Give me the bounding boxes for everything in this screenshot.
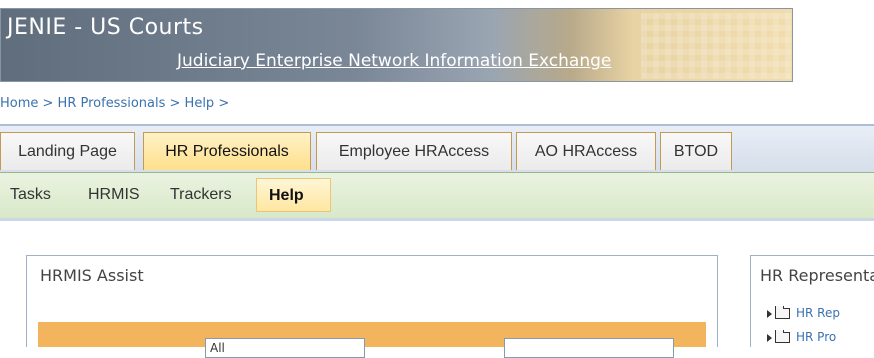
tree-item-hr-pro[interactable]: HR Pro	[767, 330, 874, 346]
hrmis-assist-title: HRMIS Assist	[40, 266, 144, 285]
breadcrumb[interactable]: Home > HR Professionals > Help >	[0, 96, 229, 111]
subnav-help[interactable]: Help	[256, 178, 331, 212]
tree-item-label[interactable]: HR Rep	[796, 306, 840, 320]
filter-input[interactable]	[504, 338, 674, 358]
banner-right-spacer	[794, 8, 874, 82]
site-title: JENIE - US Courts	[7, 15, 204, 40]
subnav-hrmis[interactable]: HRMIS	[88, 186, 140, 204]
tab-employee-hraccess[interactable]: Employee HRAccess	[316, 132, 512, 170]
folder-icon	[775, 306, 790, 319]
tree-item-hr-rep[interactable]: HR Rep	[767, 306, 874, 322]
expand-arrow-icon[interactable]	[767, 333, 772, 342]
site-subtitle-link[interactable]: Judiciary Enterprise Network Information…	[177, 51, 611, 71]
tab-ao-hraccess[interactable]: AO HRAccess	[516, 132, 656, 170]
site-banner: JENIE - US Courts Judiciary Enterprise N…	[0, 8, 793, 82]
subnav-trackers[interactable]: Trackers	[170, 186, 232, 204]
subnav-divider	[0, 218, 874, 221]
tab-landing-page[interactable]: Landing Page	[0, 132, 135, 170]
expand-arrow-icon[interactable]	[767, 309, 772, 318]
hr-representatives-title: HR Representatives	[760, 266, 874, 285]
tab-btod[interactable]: BTOD	[660, 132, 732, 170]
tab-hr-professionals[interactable]: HR Professionals	[143, 132, 311, 170]
banner-mosaic-graphic	[641, 13, 791, 79]
folder-icon	[775, 330, 790, 343]
filter-select[interactable]: All	[205, 338, 365, 358]
subnav-tasks[interactable]: Tasks	[10, 186, 51, 204]
tree-item-label[interactable]: HR Pro	[796, 330, 836, 344]
